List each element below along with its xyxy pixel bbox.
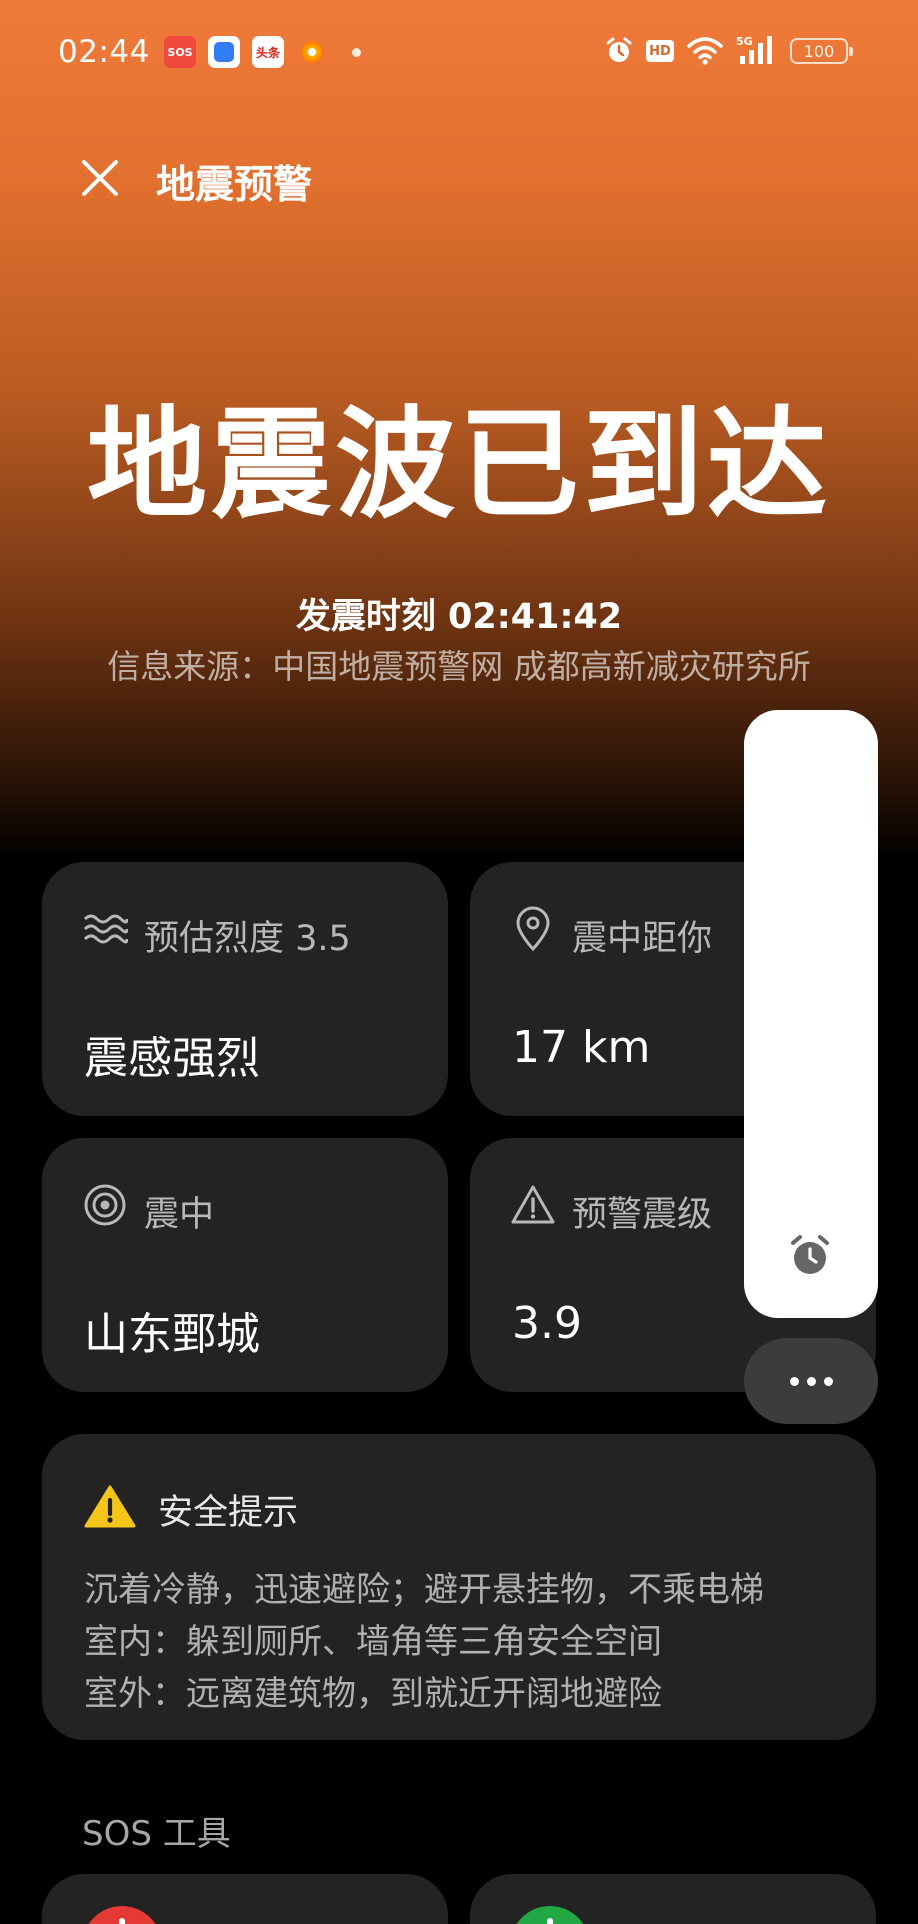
location-pin-icon xyxy=(516,906,550,952)
safety-title: 安全提示 xyxy=(158,1493,299,1533)
intensity-card: 预估烈度 3.5 震感强烈 xyxy=(42,862,448,1116)
safety-line: 室内：躲到厕所、墙角等三角安全空间 xyxy=(84,1622,662,1662)
alert-headline: 地震波已到达 xyxy=(87,396,831,535)
card-value: 3.9 xyxy=(512,1298,582,1349)
more-options-button[interactable] xyxy=(744,1338,878,1424)
sos-tool-emergency[interactable] xyxy=(42,1874,448,1924)
wave-icon xyxy=(83,914,128,944)
more-dot xyxy=(823,1376,833,1386)
card-value: 山东鄄城 xyxy=(84,1309,260,1360)
sos-tool-safety[interactable] xyxy=(470,1874,876,1924)
card-label: 震中 xyxy=(144,1195,215,1235)
status-bar: 02:44 SOS 头条 HD 5G 100 xyxy=(0,0,918,104)
hd-icon: HD xyxy=(646,40,674,62)
card-label: 预警震级 xyxy=(572,1195,713,1235)
epicenter-card: 震中 山东鄄城 xyxy=(42,1138,448,1392)
more-dot xyxy=(806,1376,816,1386)
card-label: 预估烈度 3.5 xyxy=(144,919,351,959)
blue-app-icon xyxy=(208,36,240,68)
safety-line: 沉着冷静，迅速避险；避开悬挂物，不乘电梯 xyxy=(84,1570,764,1610)
toutiao-app-icon: 头条 xyxy=(252,36,284,68)
floating-window-panel[interactable] xyxy=(744,710,878,1318)
sos-tools-label: SOS 工具 xyxy=(82,1814,231,1854)
page-title: 地震预警 xyxy=(156,163,313,208)
safety-tips-card: 安全提示 沉着冷静，迅速避险；避开悬挂物，不乘电梯 室内：躲到厕所、墙角等三角安… xyxy=(42,1434,876,1740)
wifi-icon xyxy=(687,37,723,65)
safety-line: 室外：远离建筑物，到就近开阔地避险 xyxy=(84,1674,662,1714)
battery-icon: 100 xyxy=(790,38,853,64)
signal-strength-icon: 5G xyxy=(736,35,772,64)
more-notifications-dot xyxy=(352,48,361,57)
quake-time: 发震时刻 02:41:42 xyxy=(295,597,623,637)
safety-report-icon xyxy=(510,1906,590,1924)
status-clock: 02:44 xyxy=(58,34,150,70)
more-dot xyxy=(789,1376,799,1386)
info-source: 信息来源：中国地震预警网 成都高新减灾研究所 xyxy=(107,647,811,686)
network-type-label: 5G xyxy=(736,35,753,48)
flower-app-icon xyxy=(296,36,328,68)
card-label: 震中距你 xyxy=(572,919,713,959)
sos-app-icon: SOS xyxy=(164,36,196,68)
emergency-call-icon xyxy=(82,1906,162,1924)
card-value: 17 km xyxy=(512,1022,651,1073)
close-icon[interactable] xyxy=(78,156,122,200)
alarm-clock-icon[interactable] xyxy=(786,1232,834,1280)
target-icon xyxy=(84,1184,126,1226)
warning-icon xyxy=(84,1485,136,1528)
alarm-clock-icon xyxy=(606,37,632,62)
card-value: 震感强烈 xyxy=(84,1033,260,1084)
warning-triangle-icon xyxy=(511,1185,555,1224)
